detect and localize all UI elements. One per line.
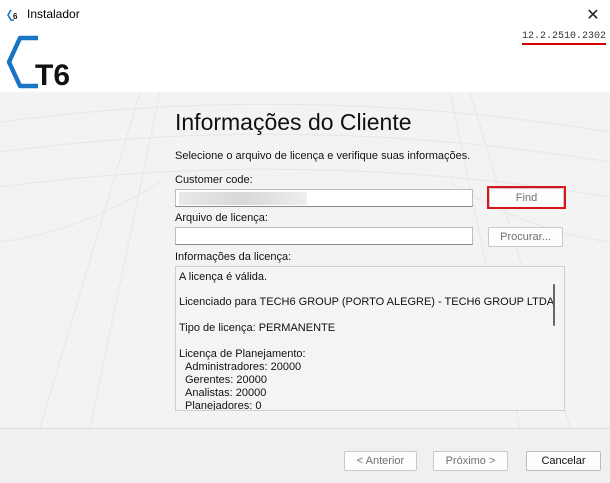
redacted-customer-code: [179, 192, 307, 205]
close-button[interactable]: ✕: [576, 0, 610, 30]
cancel-button[interactable]: Cancelar: [526, 451, 601, 471]
browse-button[interactable]: Procurar...: [488, 227, 563, 247]
customer-code-label: Customer code:: [175, 174, 253, 186]
license-line: Gerentes: 20000: [185, 374, 267, 386]
license-line: Analistas: 20000: [185, 387, 267, 399]
title-bar: 6 Instalador ✕: [0, 0, 610, 30]
license-line: Licenciado para TECH6 GROUP (PORTO ALEGR…: [179, 296, 555, 308]
license-line: Tipo de licença: PERMANENTE: [179, 322, 336, 334]
license-line: Planejadores: 0: [185, 400, 262, 411]
page-subtitle: Selecione o arquivo de licença e verifiq…: [175, 150, 471, 162]
svg-text:T6: T6: [35, 59, 70, 90]
version-label: 12.2.2510.2302: [521, 31, 606, 45]
next-button[interactable]: Próximo >: [433, 451, 508, 471]
window-title: Instalador: [27, 7, 80, 21]
t6-logo: T6: [6, 35, 70, 90]
license-line: Licença de Planejamento:: [179, 348, 306, 360]
license-line: A licença é válida.: [179, 271, 268, 283]
close-icon: ✕: [586, 7, 600, 24]
svg-text:6: 6: [13, 12, 18, 21]
app-icon: 6: [7, 9, 18, 21]
license-info-label: Informações da licença:: [175, 251, 292, 263]
find-highlight-box: [487, 186, 566, 209]
scrollbar-thumb[interactable]: [553, 284, 555, 326]
license-info-textarea[interactable]: A licença é válida. Licenciado para TECH…: [175, 266, 565, 411]
license-file-input[interactable]: [175, 227, 473, 245]
page-title: Informações do Cliente: [175, 109, 412, 135]
customer-code-input[interactable]: [175, 189, 473, 207]
license-file-label: Arquivo de licença:: [175, 212, 268, 224]
license-line: Administradores: 20000: [185, 361, 302, 373]
back-button[interactable]: < Anterior: [344, 451, 417, 471]
footer-bar: [0, 428, 610, 483]
